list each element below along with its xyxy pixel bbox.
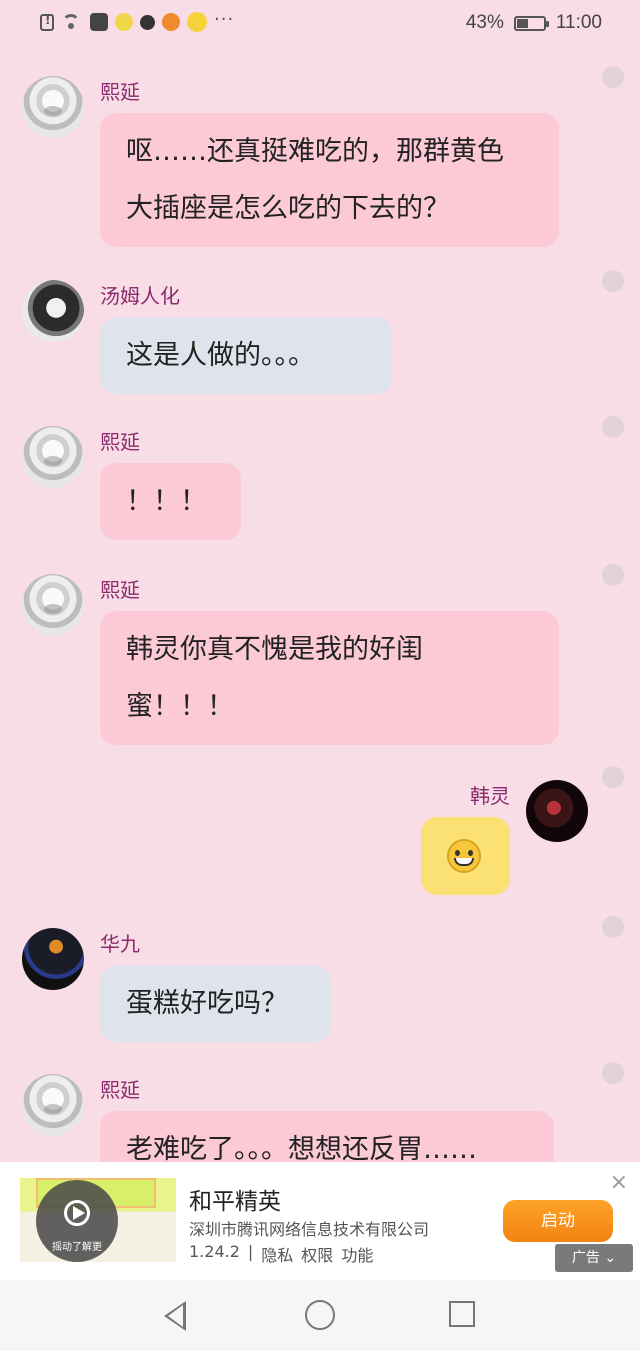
ad-tag-label: 广告 — [571, 1250, 600, 1266]
separator: | — [247, 1242, 254, 1261]
home-icon[interactable] — [305, 1300, 335, 1330]
sender-name: 汤姆人化 — [100, 284, 180, 308]
grinning-face-emoji-icon — [447, 839, 481, 873]
chat-message-list[interactable]: 熙延 呕……还真挺难吃的，那群黄色 大插座是怎么吃的下去的？ 汤姆人化 这是人做… — [0, 50, 640, 1162]
message-status-dot — [602, 766, 624, 788]
message-line: 韩灵你真不愧是我的好闺 — [126, 634, 423, 665]
message-status-dot — [602, 564, 624, 586]
close-icon[interactable]: × — [610, 1172, 628, 1194]
sender-name: 韩灵 — [470, 784, 510, 808]
wifi-icon — [61, 14, 83, 30]
message-status-dot — [602, 1062, 624, 1084]
sender-name: 熙延 — [100, 80, 140, 104]
avatar[interactable] — [22, 928, 84, 990]
recent-apps-icon[interactable] — [449, 1301, 475, 1327]
status-bar: ··· 43% 11:00 — [0, 0, 640, 50]
message-line: 蜜！！！ — [126, 691, 234, 722]
message-status-dot — [602, 916, 624, 938]
message-bubble[interactable]: 蛋糕好吃吗？ — [100, 965, 331, 1042]
message-status-dot — [602, 416, 624, 438]
back-icon[interactable] — [164, 1301, 186, 1331]
message-bubble[interactable]: 呕……还真挺难吃的，那群黄色 大插座是怎么吃的下去的？ — [100, 113, 559, 247]
sender-name: 华九 — [100, 932, 140, 956]
battery-percent: 43% — [465, 12, 504, 33]
avatar[interactable] — [22, 76, 84, 138]
avatar[interactable] — [22, 426, 84, 488]
ad-permissions-link[interactable]: 权限 — [301, 1242, 333, 1266]
avatar[interactable] — [22, 1074, 84, 1136]
ad-launch-button[interactable]: 启动 — [503, 1200, 613, 1242]
avatar[interactable] — [526, 780, 588, 842]
sender-name: 熙延 — [100, 430, 140, 454]
message-line: 这是人做的。。。 — [126, 340, 315, 371]
chevron-down-icon: ⌄ — [599, 1250, 617, 1266]
play-icon[interactable]: 摇动了解更 — [36, 1180, 118, 1262]
ad-tag[interactable]: 广告 ⌄ — [555, 1244, 633, 1272]
note-app-icon — [187, 12, 207, 32]
alert-icon — [40, 13, 54, 31]
battery-icon — [513, 15, 549, 31]
ad-app-title[interactable]: 和平精英 — [189, 1182, 281, 1216]
ad-company: 深圳市腾讯网络信息技术有限公司 — [189, 1220, 430, 1239]
ad-features-link[interactable]: 功能 — [341, 1242, 373, 1266]
ad-banner[interactable]: 摇动了解更 和平精英 深圳市腾讯网络信息技术有限公司 1.24.2 | 隐私 权… — [0, 1162, 640, 1280]
sender-name: 熙延 — [100, 578, 140, 602]
message-bubble[interactable]: ！！！ — [100, 463, 241, 540]
message-line: 蛋糕好吃吗？ — [126, 988, 288, 1019]
message-status-dot — [602, 270, 624, 292]
ad-meta: 1.24.2 | 隐私 权限 功能 — [189, 1242, 373, 1266]
paw-app-icon — [140, 14, 155, 30]
message-line: 老难吃了。。。想想还反胃…… — [126, 1134, 477, 1162]
notification-icons: ··· — [40, 8, 235, 32]
message-line: 呕……还真挺难吃的，那群黄色 — [126, 136, 504, 167]
ad-privacy-link[interactable]: 隐私 — [261, 1242, 293, 1266]
more-notifications-icon: ··· — [214, 8, 235, 30]
message-line: 大插座是怎么吃的下去的？ — [126, 193, 450, 224]
message-bubble[interactable]: 韩灵你真不愧是我的好闺 蜜！！！ — [100, 611, 559, 745]
message-bubble[interactable] — [421, 817, 510, 895]
message-line: ！！！ — [126, 486, 207, 517]
chick-app-icon — [115, 13, 133, 31]
game-app-icon — [162, 13, 180, 31]
message-bubble[interactable]: 老难吃了。。。想想还反胃…… — [100, 1111, 554, 1162]
ad-version: 1.24.2 — [189, 1242, 240, 1261]
system-nav-bar — [0, 1280, 640, 1351]
avatar[interactable] — [22, 574, 84, 636]
shake-hint: 摇动了解更 — [52, 1242, 102, 1253]
message-status-dot — [602, 66, 624, 88]
system-status: 43% 11:00 — [466, 12, 602, 34]
clock: 11:00 — [555, 12, 602, 33]
sender-name: 熙延 — [100, 1078, 140, 1102]
message-bubble[interactable]: 这是人做的。。。 — [100, 317, 392, 394]
avatar[interactable] — [22, 280, 84, 342]
soul-app-icon — [90, 13, 108, 31]
